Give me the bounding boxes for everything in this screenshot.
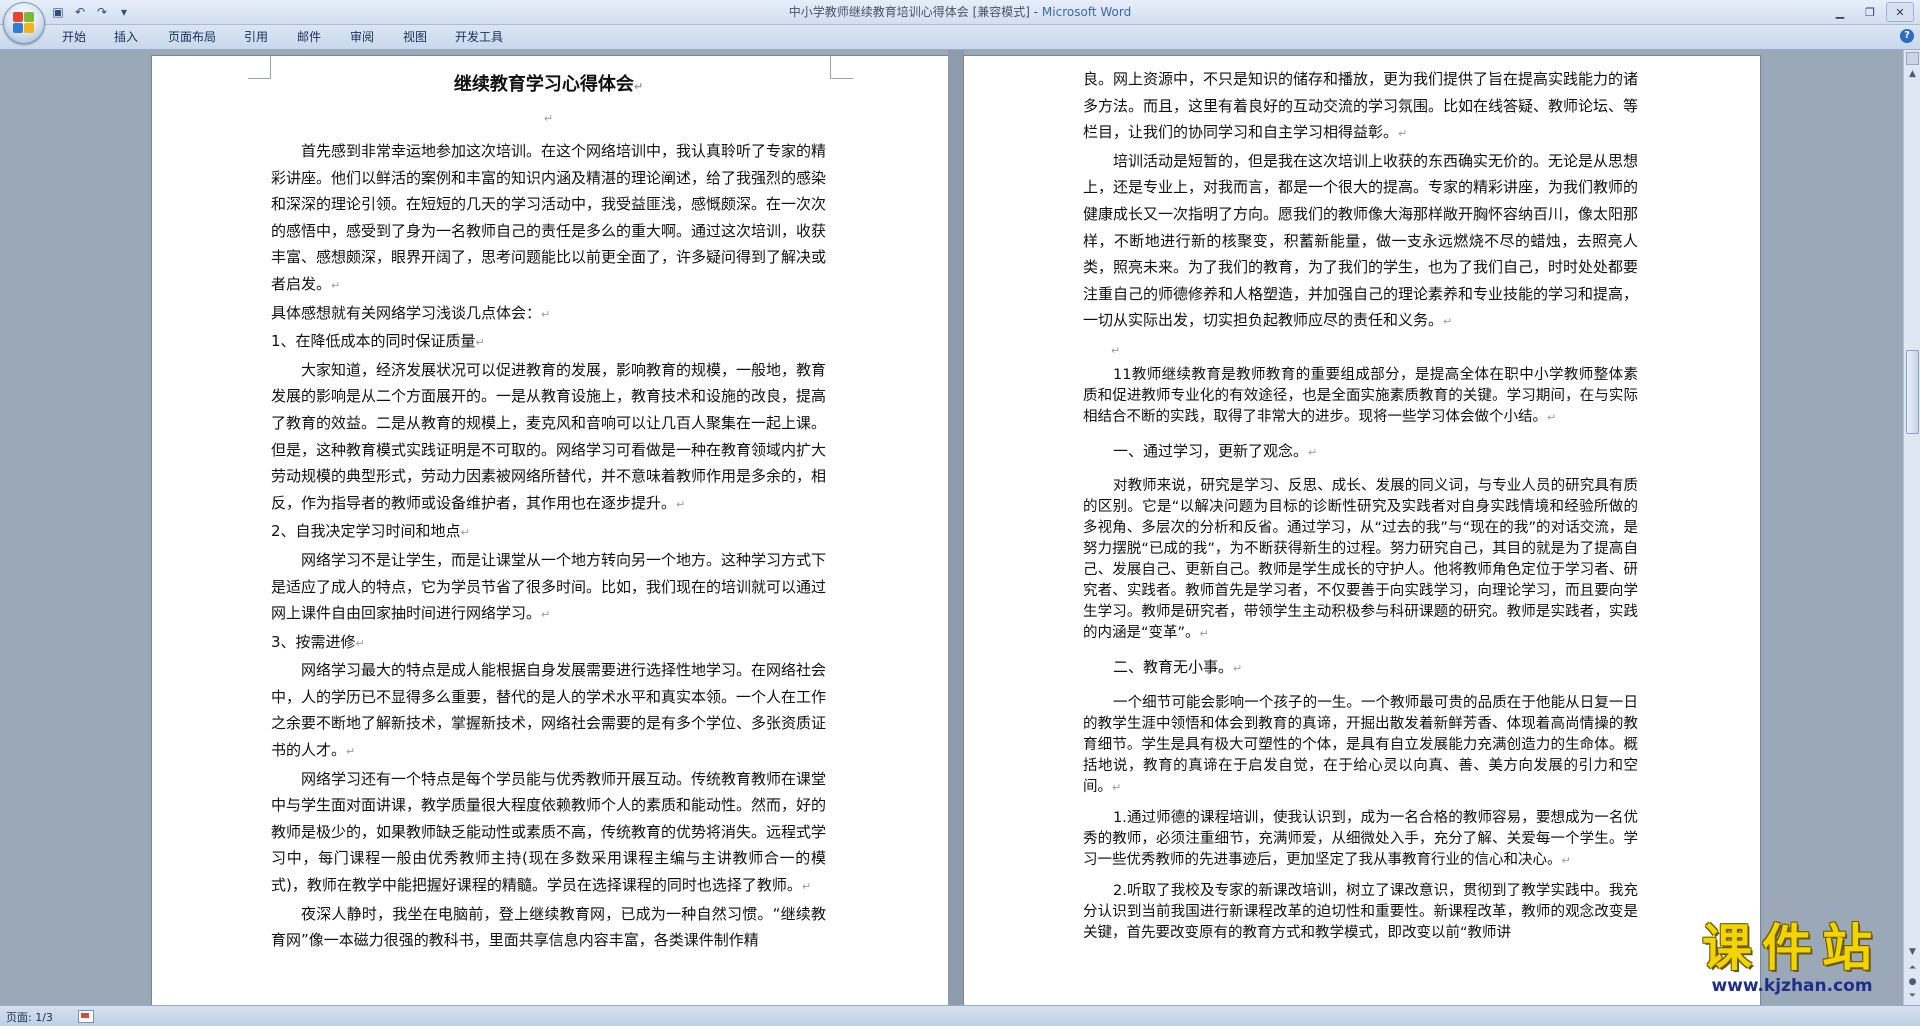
page-count[interactable]: 页面: 1/3 [6, 1009, 53, 1025]
paragraph: 培训活动是短暂的，但是我在这次培训上收获的东西确实无价的。无论是从思想上，还是专… [1083, 151, 1639, 330]
watermark-logo-text: 课件站 [1702, 919, 1882, 977]
section-heading: 1、在降低成本的同时保证质量 [271, 332, 476, 351]
tab-insert[interactable]: 插入 [114, 25, 138, 49]
title-bar: ▣ ↶ ↷ ▾ 中小学教师继续教育培训心得体会 [兼容模式] - Microso… [0, 0, 1920, 44]
paragraph: 网络学习还有一个特点是每个学员能与优秀教师开展互动。传统教育教师在课堂中与学生面… [271, 769, 827, 895]
page-1[interactable]: 继续教育学习心得体会↵ ↵ 首先感到非常幸运地参加这次培训。在这个网络培训中，我… [152, 56, 948, 1005]
tab-view[interactable]: 视图 [403, 25, 427, 49]
ribbon-tabs: 开始 插入 页面布局 引用 邮件 审阅 视图 开发工具 ? [0, 25, 1920, 50]
tab-review[interactable]: 审阅 [350, 25, 374, 49]
paragraph: 2.听取了我校及专家的新课改培训，树立了课改意识，贯彻到了教学实践中。我充分认识… [1083, 882, 1638, 941]
status-bar: 页面: 1/3 [0, 1005, 1920, 1026]
margin-corner-mark [248, 56, 271, 79]
minimize-icon[interactable]: ▁ [1826, 2, 1854, 22]
window-controls: ▁ ❐ ✕ [1826, 2, 1914, 22]
section-heading: 2、自我决定学习时间和地点 [271, 522, 461, 541]
paragraph: 良。网上资源中，不只是知识的储存和播放，更为我们提供了旨在提高实践能力的诸多方法… [1083, 70, 1639, 142]
window-title: 中小学教师继续教育培训心得体会 [兼容模式] - Microsoft Word [0, 0, 1920, 24]
page-1-content[interactable]: 继续教育学习心得体会↵ ↵ 首先感到非常幸运地参加这次培训。在这个网络培训中，我… [271, 70, 826, 954]
tab-page-layout[interactable]: 页面布局 [168, 25, 216, 49]
page-2[interactable]: 良。网上资源中，不只是知识的储存和播放，更为我们提供了旨在提高实践能力的诸多方法… [964, 56, 1760, 1005]
language-icon[interactable] [78, 1010, 94, 1023]
scrollbar-thumb[interactable] [1906, 350, 1919, 434]
tab-references[interactable]: 引用 [244, 25, 268, 49]
page-2-content[interactable]: 良。网上资源中，不只是知识的储存和播放，更为我们提供了旨在提高实践能力的诸多方法… [1083, 66, 1638, 944]
maximize-icon[interactable]: ❐ [1856, 2, 1884, 22]
document-workspace: 继续教育学习心得体会↵ ↵ 首先感到非常幸运地参加这次培训。在这个网络培训中，我… [0, 50, 1903, 1005]
watermark: 课件站 www.kjzhan.com [1668, 920, 1916, 996]
document-title-text: 中小学教师继续教育培训心得体会 [兼容模式] - [788, 5, 1042, 19]
ruler-toggle-button[interactable] [1906, 52, 1919, 65]
help-icon[interactable]: ? [1900, 29, 1914, 43]
doc-title: 继续教育学习心得体会 [453, 74, 634, 95]
section-heading: 一、通过学习，更新了观念。 [1113, 441, 1309, 460]
section-heading: 3、按需进修 [271, 632, 356, 651]
vertical-scrollbar[interactable]: ▲ ▼ ⏶ ● ⏷ [1903, 50, 1920, 1005]
margin-corner-mark [830, 56, 853, 79]
scroll-up-icon[interactable]: ▲ [1906, 68, 1919, 81]
tab-developer[interactable]: 开发工具 [455, 25, 503, 49]
page-gap [948, 50, 964, 1005]
tab-mailings[interactable]: 邮件 [297, 25, 321, 49]
paragraph: 首先感到非常幸运地参加这次培训。在这个网络培训中，我认真聆听了专家的精彩讲座。他… [271, 142, 827, 293]
section-heading: 二、教育无小事。 [1113, 658, 1234, 677]
paragraph: 大家知道，经济发展状况可以促进教育的发展，影响教育的规模，一般地，教育发展的影响… [271, 360, 827, 512]
tab-home[interactable]: 开始 [62, 25, 86, 49]
paragraph: 一个细节可能会影响一个孩子的一生。一个教师最可贵的品质在于他能从日复一日的教学生… [1083, 694, 1638, 795]
watermark-url: www.kjzhan.com [1711, 976, 1873, 996]
paragraph: 1.通过师德的课程培训，使我认识到，成为一名合格的教师容易，要想成为一名优秀的教… [1083, 809, 1638, 868]
paragraph: 具体感想就有关网络学习浅谈几点体会： [271, 303, 542, 322]
office-logo-icon [13, 12, 35, 34]
paragraph: 夜深人静时，我坐在电脑前，登上继续教育网，已成为一种自然习惯。“继续教育网”像一… [271, 904, 826, 950]
office-button[interactable] [3, 2, 45, 44]
paragraph: 对教师来说，研究是学习、反思、成长、发展的同义词，与专业人员的研究具有质的区别。… [1083, 478, 1638, 642]
close-icon[interactable]: ✕ [1886, 2, 1914, 22]
app-name: Microsoft Word [1041, 5, 1132, 19]
